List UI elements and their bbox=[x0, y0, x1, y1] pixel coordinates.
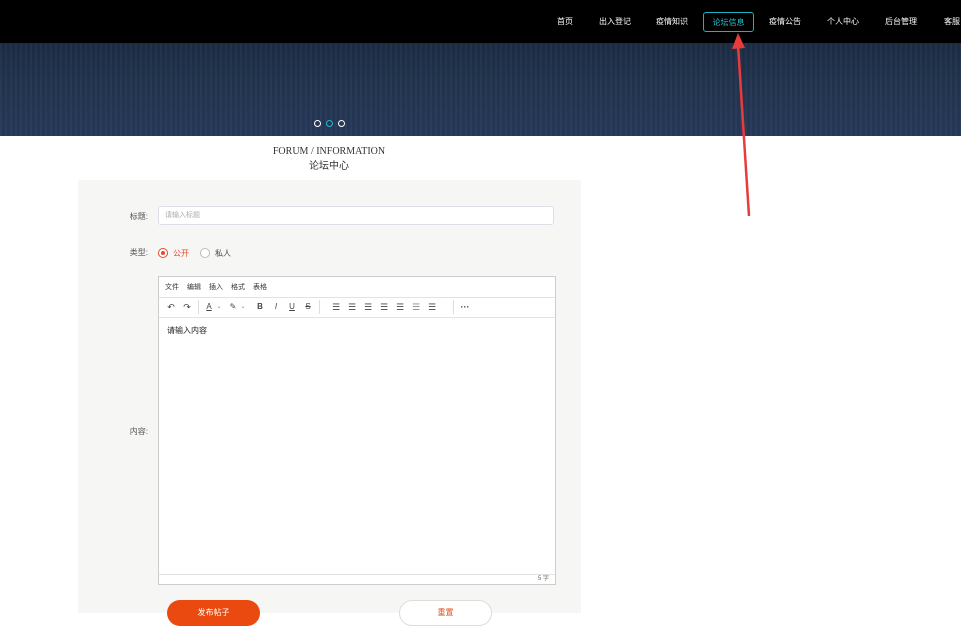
carousel-dot-2[interactable] bbox=[326, 120, 333, 127]
more-icon[interactable]: ··· bbox=[458, 301, 472, 313]
nav-item-personal-center[interactable]: 个人中心 bbox=[824, 12, 862, 32]
outdent-icon[interactable]: ☰ bbox=[411, 301, 421, 313]
editor-menubar: 文件 编辑 插入 格式 表格 bbox=[159, 277, 555, 298]
chevron-down-icon[interactable]: ⌄ bbox=[239, 301, 247, 313]
type-option-label: 公开 bbox=[173, 248, 189, 258]
radio-checked-icon bbox=[158, 248, 168, 258]
chevron-down-icon[interactable]: ⌄ bbox=[215, 301, 223, 313]
menu-format[interactable]: 格式 bbox=[231, 282, 245, 292]
italic-icon[interactable]: I bbox=[271, 301, 281, 313]
top-navigation-bar: 首页 出入登记 疫情知识 论坛信息 疫情公告 个人中心 后台管理 客服 bbox=[0, 0, 961, 43]
bold-icon[interactable]: B bbox=[255, 301, 265, 313]
title-input[interactable] bbox=[158, 206, 554, 225]
title-label: 标题: bbox=[129, 212, 148, 221]
section-title-chinese: 论坛中心 bbox=[309, 161, 349, 172]
menu-table[interactable]: 表格 bbox=[253, 282, 267, 292]
editor-content[interactable]: 请输入内容 bbox=[167, 325, 207, 336]
redo-icon[interactable]: ↷ bbox=[181, 301, 193, 313]
menu-insert[interactable]: 插入 bbox=[209, 282, 223, 292]
highlight-icon[interactable]: ✎ bbox=[227, 301, 239, 313]
nav-item-home[interactable]: 首页 bbox=[553, 12, 577, 32]
nav-item-entry-registration[interactable]: 出入登记 bbox=[596, 12, 634, 32]
type-radio-public[interactable]: 公开 bbox=[158, 247, 189, 259]
indent-icon[interactable]: ☰ bbox=[427, 301, 437, 313]
section-title-english: FORUM / INFORMATION bbox=[272, 146, 386, 157]
align-right-icon[interactable]: ☰ bbox=[379, 301, 389, 313]
content-label: 内容: bbox=[129, 427, 148, 436]
toolbar-divider bbox=[453, 300, 454, 314]
forum-post-form: 标题: 类型: 公开 私人 内容: 文件 编辑 插入 格式 表格 ↶ ↷ A ⌄… bbox=[78, 180, 581, 626]
rich-text-editor: 文件 编辑 插入 格式 表格 ↶ ↷ A ⌄ ✎ ⌄ B I U S ☰ ☰ ☰… bbox=[158, 276, 556, 585]
toolbar-divider bbox=[319, 300, 320, 314]
line-height-icon[interactable]: ☰ bbox=[331, 301, 341, 313]
carousel-dot-1[interactable] bbox=[314, 120, 321, 127]
nav-item-customer-service[interactable]: 客服 bbox=[940, 12, 961, 32]
align-center-icon[interactable]: ☰ bbox=[363, 301, 373, 313]
font-color-icon[interactable]: A bbox=[203, 301, 215, 313]
strikethrough-icon[interactable]: S bbox=[303, 301, 313, 313]
hero-banner bbox=[0, 43, 961, 136]
editor-statusbar: 5 字 bbox=[159, 574, 555, 584]
align-left-icon[interactable]: ☰ bbox=[347, 301, 357, 313]
nav-item-epidemic-knowledge[interactable]: 疫情知识 bbox=[653, 12, 691, 32]
justify-icon[interactable]: ☰ bbox=[395, 301, 405, 313]
editor-toolbar: ↶ ↷ A ⌄ ✎ ⌄ B I U S ☰ ☰ ☰ ☰ ☰ ☰ ☰ ··· bbox=[159, 297, 555, 318]
undo-icon[interactable]: ↶ bbox=[165, 301, 177, 313]
underline-icon[interactable]: U bbox=[287, 301, 297, 313]
type-label: 类型: bbox=[129, 248, 148, 257]
radio-unchecked-icon bbox=[200, 248, 210, 258]
menu-edit[interactable]: 编辑 bbox=[187, 282, 201, 292]
publish-post-button[interactable]: 发布帖子 bbox=[167, 600, 260, 626]
nav-item-announcements[interactable]: 疫情公告 bbox=[766, 12, 804, 32]
type-option-label: 私人 bbox=[215, 248, 231, 258]
toolbar-divider bbox=[198, 300, 199, 314]
menu-file[interactable]: 文件 bbox=[165, 282, 179, 292]
type-radio-private[interactable]: 私人 bbox=[200, 247, 231, 259]
word-count: 5 字 bbox=[537, 576, 549, 582]
nav-item-admin[interactable]: 后台管理 bbox=[882, 12, 920, 32]
nav-item-forum[interactable]: 论坛信息 bbox=[703, 12, 754, 32]
reset-button[interactable]: 重置 bbox=[399, 600, 492, 626]
carousel-dot-3[interactable] bbox=[338, 120, 345, 127]
